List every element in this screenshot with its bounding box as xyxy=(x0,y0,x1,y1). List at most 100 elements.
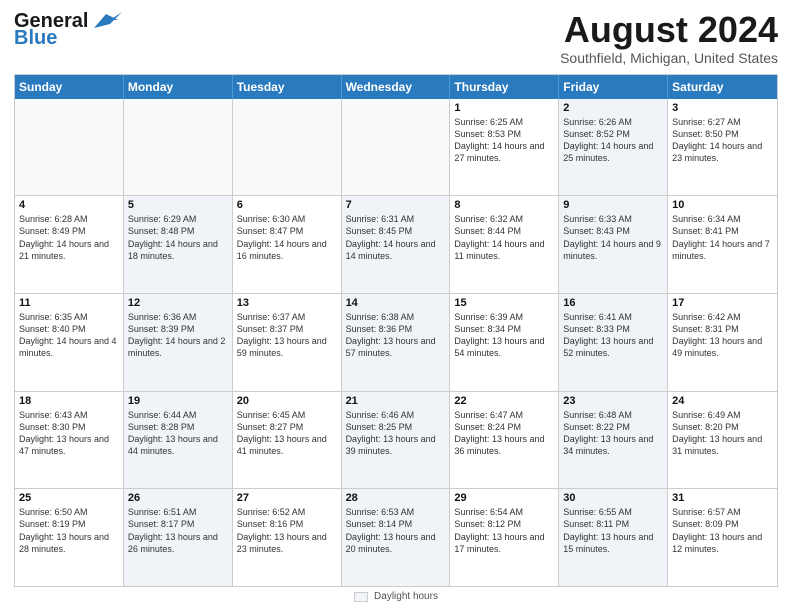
cal-cell: 7Sunrise: 6:31 AM Sunset: 8:45 PM Daylig… xyxy=(342,196,451,293)
cell-info: Sunrise: 6:32 AM Sunset: 8:44 PM Dayligh… xyxy=(454,213,554,262)
day-number: 12 xyxy=(128,297,228,309)
footer-label: Daylight hours xyxy=(374,591,438,602)
day-number: 17 xyxy=(672,297,773,309)
cal-header-cell-wednesday: Wednesday xyxy=(342,75,451,99)
cal-cell: 18 Sunrise: 6:43 AM Sunset: 8:30 PM Dayli… xyxy=(15,392,124,489)
cal-cell: 24 Sunrise: 6:49 AM Sunset: 8:20 PM Dayli… xyxy=(668,392,777,489)
cal-header-cell-thursday: Thursday xyxy=(450,75,559,99)
cal-cell: 26Sunrise: 6:51 AM Sunset: 8:17 PM Dayli… xyxy=(124,489,233,586)
cell-info: Sunrise: 6:27 AM Sunset: 8:50 PM Dayligh… xyxy=(672,116,773,165)
day-number: 23 xyxy=(563,395,663,407)
cal-cell: 17 Sunrise: 6:42 AM Sunset: 8:31 PM Dayli… xyxy=(668,294,777,391)
cal-cell: 31 Sunrise: 6:57 AM Sunset: 8:09 PM Dayli… xyxy=(668,489,777,586)
cal-cell: 13 Sunrise: 6:37 AM Sunset: 8:37 PM Dayli… xyxy=(233,294,342,391)
cell-info: Sunrise: 6:44 AM Sunset: 8:28 PM Dayligh… xyxy=(128,409,228,458)
cal-cell: 11 Sunrise: 6:35 AM Sunset: 8:40 PM Dayli… xyxy=(15,294,124,391)
day-number: 19 xyxy=(128,395,228,407)
day-number: 18 xyxy=(19,395,119,407)
day-number: 27 xyxy=(237,492,337,504)
cell-info: Sunrise: 6:31 AM Sunset: 8:45 PM Dayligh… xyxy=(346,213,446,262)
cell-info: Sunrise: 6:42 AM Sunset: 8:31 PM Dayligh… xyxy=(672,311,773,360)
day-number: 15 xyxy=(454,297,554,309)
day-number: 21 xyxy=(346,395,446,407)
cal-cell: 27 Sunrise: 6:52 AM Sunset: 8:16 PM Dayli… xyxy=(233,489,342,586)
cal-cell xyxy=(233,99,342,196)
day-number: 14 xyxy=(346,297,446,309)
day-number: 6 xyxy=(237,199,337,211)
cal-cell: 16Sunrise: 6:41 AM Sunset: 8:33 PM Dayli… xyxy=(559,294,668,391)
cal-cell: 29 Sunrise: 6:54 AM Sunset: 8:12 PM Dayli… xyxy=(450,489,559,586)
cal-cell: 15 Sunrise: 6:39 AM Sunset: 8:34 PM Dayli… xyxy=(450,294,559,391)
cell-info: Sunrise: 6:49 AM Sunset: 8:20 PM Dayligh… xyxy=(672,409,773,458)
page: General Blue August 2024 Southfield, Mic… xyxy=(0,0,792,612)
title-area: August 2024 Southfield, Michigan, United… xyxy=(560,10,778,66)
cal-cell: 1 Sunrise: 6:25 AM Sunset: 8:53 PM Daylig… xyxy=(450,99,559,196)
day-number: 13 xyxy=(237,297,337,309)
cell-info: Sunrise: 6:50 AM Sunset: 8:19 PM Dayligh… xyxy=(19,506,119,555)
cal-cell: 25 Sunrise: 6:50 AM Sunset: 8:19 PM Dayli… xyxy=(15,489,124,586)
cal-week-3: 11 Sunrise: 6:35 AM Sunset: 8:40 PM Dayli… xyxy=(15,294,777,392)
cell-info: Sunrise: 6:52 AM Sunset: 8:16 PM Dayligh… xyxy=(237,506,337,555)
cal-header-cell-sunday: Sunday xyxy=(15,75,124,99)
day-number: 11 xyxy=(19,297,119,309)
day-number: 25 xyxy=(19,492,119,504)
day-number: 4 xyxy=(19,199,119,211)
cal-cell: 22 Sunrise: 6:47 AM Sunset: 8:24 PM Dayli… xyxy=(450,392,559,489)
cell-info: Sunrise: 6:33 AM Sunset: 8:43 PM Dayligh… xyxy=(563,213,663,262)
day-number: 28 xyxy=(346,492,446,504)
day-number: 29 xyxy=(454,492,554,504)
logo-blue: Blue xyxy=(14,28,57,48)
cell-info: Sunrise: 6:30 AM Sunset: 8:47 PM Dayligh… xyxy=(237,213,337,262)
cal-cell: 23 Sunrise: 6:48 AM Sunset: 8:22 PM Dayli… xyxy=(559,392,668,489)
cal-week-1: 1 Sunrise: 6:25 AM Sunset: 8:53 PM Daylig… xyxy=(15,99,777,197)
cell-info: Sunrise: 6:48 AM Sunset: 8:22 PM Dayligh… xyxy=(563,409,663,458)
day-number: 31 xyxy=(672,492,773,504)
day-number: 3 xyxy=(672,102,773,114)
cell-info: Sunrise: 6:55 AM Sunset: 8:11 PM Dayligh… xyxy=(563,506,663,555)
day-number: 9 xyxy=(563,199,663,211)
cal-cell: 2 Sunrise: 6:26 AM Sunset: 8:52 PM Daylig… xyxy=(559,99,668,196)
day-number: 22 xyxy=(454,395,554,407)
cell-info: Sunrise: 6:51 AM Sunset: 8:17 PM Dayligh… xyxy=(128,506,228,555)
footer: Daylight hours xyxy=(14,587,778,602)
cell-info: Sunrise: 6:57 AM Sunset: 8:09 PM Dayligh… xyxy=(672,506,773,555)
day-number: 30 xyxy=(563,492,663,504)
cal-header-cell-monday: Monday xyxy=(124,75,233,99)
cell-info: Sunrise: 6:29 AM Sunset: 8:48 PM Dayligh… xyxy=(128,213,228,262)
day-number: 2 xyxy=(563,102,663,114)
cal-cell: 8Sunrise: 6:32 AM Sunset: 8:44 PM Daylig… xyxy=(450,196,559,293)
cal-cell: 4Sunrise: 6:28 AM Sunset: 8:49 PM Daylig… xyxy=(15,196,124,293)
day-number: 5 xyxy=(128,199,228,211)
cell-info: Sunrise: 6:35 AM Sunset: 8:40 PM Dayligh… xyxy=(19,311,119,360)
cell-info: Sunrise: 6:41 AM Sunset: 8:33 PM Dayligh… xyxy=(563,311,663,360)
cal-header-cell-friday: Friday xyxy=(559,75,668,99)
cal-cell: 19 Sunrise: 6:44 AM Sunset: 8:28 PM Dayli… xyxy=(124,392,233,489)
calendar-body: 1 Sunrise: 6:25 AM Sunset: 8:53 PM Daylig… xyxy=(15,99,777,586)
cell-info: Sunrise: 6:26 AM Sunset: 8:52 PM Dayligh… xyxy=(563,116,663,165)
cell-info: Sunrise: 6:38 AM Sunset: 8:36 PM Dayligh… xyxy=(346,311,446,360)
day-number: 10 xyxy=(672,199,773,211)
cal-cell xyxy=(15,99,124,196)
cal-week-2: 4Sunrise: 6:28 AM Sunset: 8:49 PM Daylig… xyxy=(15,196,777,294)
cal-cell: 9 Sunrise: 6:33 AM Sunset: 8:43 PM Daylig… xyxy=(559,196,668,293)
header: General Blue August 2024 Southfield, Mic… xyxy=(14,10,778,66)
cal-cell: 14 Sunrise: 6:38 AM Sunset: 8:36 PM Dayli… xyxy=(342,294,451,391)
day-number: 1 xyxy=(454,102,554,114)
cell-info: Sunrise: 6:39 AM Sunset: 8:34 PM Dayligh… xyxy=(454,311,554,360)
daylight-swatch xyxy=(354,592,368,602)
cell-info: Sunrise: 6:43 AM Sunset: 8:30 PM Dayligh… xyxy=(19,409,119,458)
cal-header-cell-tuesday: Tuesday xyxy=(233,75,342,99)
cal-header-cell-saturday: Saturday xyxy=(668,75,777,99)
cell-info: Sunrise: 6:37 AM Sunset: 8:37 PM Dayligh… xyxy=(237,311,337,360)
cell-info: Sunrise: 6:34 AM Sunset: 8:41 PM Dayligh… xyxy=(672,213,773,262)
day-number: 24 xyxy=(672,395,773,407)
calendar-header: SundayMondayTuesdayWednesdayThursdayFrid… xyxy=(15,75,777,99)
cell-info: Sunrise: 6:45 AM Sunset: 8:27 PM Dayligh… xyxy=(237,409,337,458)
cell-info: Sunrise: 6:47 AM Sunset: 8:24 PM Dayligh… xyxy=(454,409,554,458)
cal-cell: 30 Sunrise: 6:55 AM Sunset: 8:11 PM Dayli… xyxy=(559,489,668,586)
cell-info: Sunrise: 6:25 AM Sunset: 8:53 PM Dayligh… xyxy=(454,116,554,165)
cell-info: Sunrise: 6:54 AM Sunset: 8:12 PM Dayligh… xyxy=(454,506,554,555)
logo: General Blue xyxy=(14,10,122,48)
main-title: August 2024 xyxy=(560,10,778,50)
cell-info: Sunrise: 6:53 AM Sunset: 8:14 PM Dayligh… xyxy=(346,506,446,555)
